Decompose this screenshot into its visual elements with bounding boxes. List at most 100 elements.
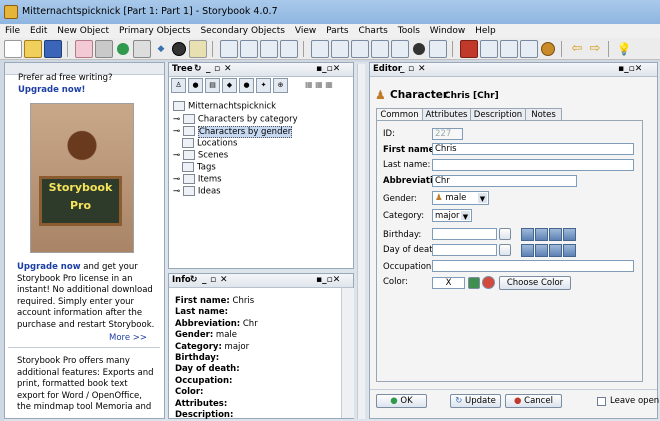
more-link-text[interactable]: More >> <box>109 333 147 343</box>
panel-menu-icon[interactable]: ▪_▫✕ <box>316 63 340 76</box>
abbreviation-input[interactable]: Chr <box>432 175 577 187</box>
tree-item-selected[interactable]: ⊸ Characters by gender <box>173 125 293 138</box>
view-options-icon[interactable]: ▦ ▦ ▦ <box>305 80 333 89</box>
globe-icon[interactable] <box>115 41 131 57</box>
first-date-icon[interactable] <box>521 228 534 241</box>
minimize-icon[interactable]: _ <box>202 274 207 287</box>
close-icon[interactable]: ✕ <box>224 63 232 76</box>
menu-edit[interactable]: Edit <box>30 24 47 38</box>
character-icon[interactable] <box>75 39 93 58</box>
palette-icon[interactable] <box>468 277 480 289</box>
menu-tools[interactable]: Tools <box>398 24 420 38</box>
panel-menu-icon[interactable]: ▪_▫✕ <box>316 274 340 287</box>
menu-window[interactable]: Window <box>430 24 466 38</box>
list-icon[interactable] <box>351 39 369 58</box>
color-swatch[interactable]: X <box>432 277 465 289</box>
person-filter-icon[interactable]: ♙ <box>171 78 186 93</box>
globe-filter-icon[interactable]: ● <box>188 78 203 93</box>
chart-view-icon[interactable] <box>220 39 238 58</box>
tree-root[interactable]: Mitternachtspicknick <box>173 101 276 112</box>
target-filter-icon[interactable]: ⊕ <box>273 78 288 93</box>
menu-primary-objects[interactable]: Primary Objects <box>119 24 191 38</box>
tag-icon[interactable]: ◆ <box>153 41 169 57</box>
next-date-icon[interactable] <box>549 228 562 241</box>
tree-item[interactable]: ⊸ Items <box>173 174 222 185</box>
maximize-icon[interactable]: ▫ <box>214 63 220 76</box>
table-icon[interactable] <box>371 39 389 58</box>
day-of-death-input[interactable] <box>432 244 497 256</box>
menu-view[interactable]: View <box>295 24 316 38</box>
tree-item[interactable]: ⊸ Ideas <box>173 186 221 197</box>
upgrade-now-link-top[interactable]: Upgrade now! <box>18 85 85 95</box>
ball-filter-icon[interactable]: ● <box>239 78 254 93</box>
new-file-icon[interactable] <box>4 39 22 58</box>
export-icon[interactable] <box>480 39 498 58</box>
more-link[interactable]: More >> <box>109 333 147 343</box>
choose-color-button[interactable]: Choose Color <box>499 276 571 290</box>
menu-file[interactable]: File <box>5 24 20 38</box>
calendar-icon[interactable] <box>499 244 511 256</box>
leave-open-checkbox[interactable] <box>597 397 606 406</box>
close-icon[interactable]: ✕ <box>220 274 228 287</box>
last-name-input[interactable] <box>432 159 634 171</box>
tree-item[interactable]: Tags <box>182 162 216 173</box>
cancel-button[interactable]: ● Cancel <box>505 394 562 408</box>
birthday-input[interactable] <box>432 228 497 240</box>
lightbulb-icon[interactable]: 💡 <box>616 41 632 57</box>
clear-color-icon[interactable] <box>482 276 495 289</box>
tree-icon[interactable] <box>331 39 349 58</box>
grid-icon[interactable] <box>429 39 447 58</box>
maximize-icon[interactable]: ▫ <box>210 274 216 287</box>
idea-icon[interactable] <box>189 39 207 58</box>
minimize-icon[interactable]: _ <box>400 63 405 76</box>
main-scrollbar[interactable] <box>357 64 365 419</box>
open-folder-icon[interactable] <box>24 39 42 58</box>
last-date-icon[interactable] <box>563 244 576 257</box>
refresh-icon[interactable]: ↻ <box>194 63 202 76</box>
tree-item[interactable]: ⊸ Characters by category <box>173 114 298 125</box>
menu-new-object[interactable]: New Object <box>57 24 109 38</box>
gender-select[interactable]: ♟ male ▼ <box>432 191 489 205</box>
last-date-icon[interactable] <box>563 228 576 241</box>
reading-view-icon[interactable] <box>280 39 298 58</box>
menu-secondary-objects[interactable]: Secondary Objects <box>200 24 285 38</box>
spiral-icon[interactable] <box>540 41 556 57</box>
building-icon[interactable] <box>95 39 113 58</box>
tag-filter-icon[interactable]: ◆ <box>222 78 237 93</box>
menu-help[interactable]: Help <box>475 24 496 38</box>
scene-filter-icon[interactable]: ▤ <box>205 78 220 93</box>
ball-icon-2[interactable] <box>411 41 427 57</box>
idea-filter-icon[interactable]: ✦ <box>256 78 271 93</box>
menu-parts[interactable]: Parts <box>326 24 348 38</box>
arrow-left-icon[interactable]: ⇦ <box>569 41 585 57</box>
maximize-icon[interactable]: ▫ <box>408 63 414 76</box>
category-select[interactable]: major ▼ <box>432 209 472 222</box>
update-button[interactable]: ↻ Update <box>450 394 501 408</box>
memoria-icon[interactable] <box>311 39 329 58</box>
minimize-icon[interactable]: _ <box>206 63 211 76</box>
close-icon[interactable]: ✕ <box>418 63 426 76</box>
book-icon[interactable] <box>460 39 478 58</box>
prev-date-icon[interactable] <box>535 228 548 241</box>
scene-icon[interactable] <box>133 39 151 58</box>
tree-item[interactable]: Locations <box>182 138 237 149</box>
info-scrollbar[interactable] <box>341 288 354 418</box>
prev-date-icon[interactable] <box>535 244 548 257</box>
arrow-right-icon[interactable]: ⇨ <box>587 41 603 57</box>
first-name-input[interactable]: Chris <box>432 143 634 155</box>
panel-menu-icon[interactable]: ▪_▫✕ <box>618 63 642 76</box>
timeline-icon[interactable] <box>391 39 409 58</box>
ok-button[interactable]: ● OK <box>376 394 427 408</box>
menu-charts[interactable]: Charts <box>358 24 387 38</box>
first-date-icon[interactable] <box>521 244 534 257</box>
next-date-icon[interactable] <box>549 244 562 257</box>
book-view-icon[interactable] <box>240 39 258 58</box>
ball-icon[interactable] <box>171 41 187 57</box>
memoria-tool-icon[interactable] <box>520 39 538 58</box>
save-icon[interactable] <box>44 39 62 58</box>
print-icon[interactable] <box>500 39 518 58</box>
calendar-icon[interactable] <box>499 228 511 240</box>
tree-item[interactable]: ⊸ Scenes <box>173 150 228 161</box>
refresh-icon[interactable]: ↻ <box>190 274 198 287</box>
manage-view-icon[interactable] <box>260 39 278 58</box>
